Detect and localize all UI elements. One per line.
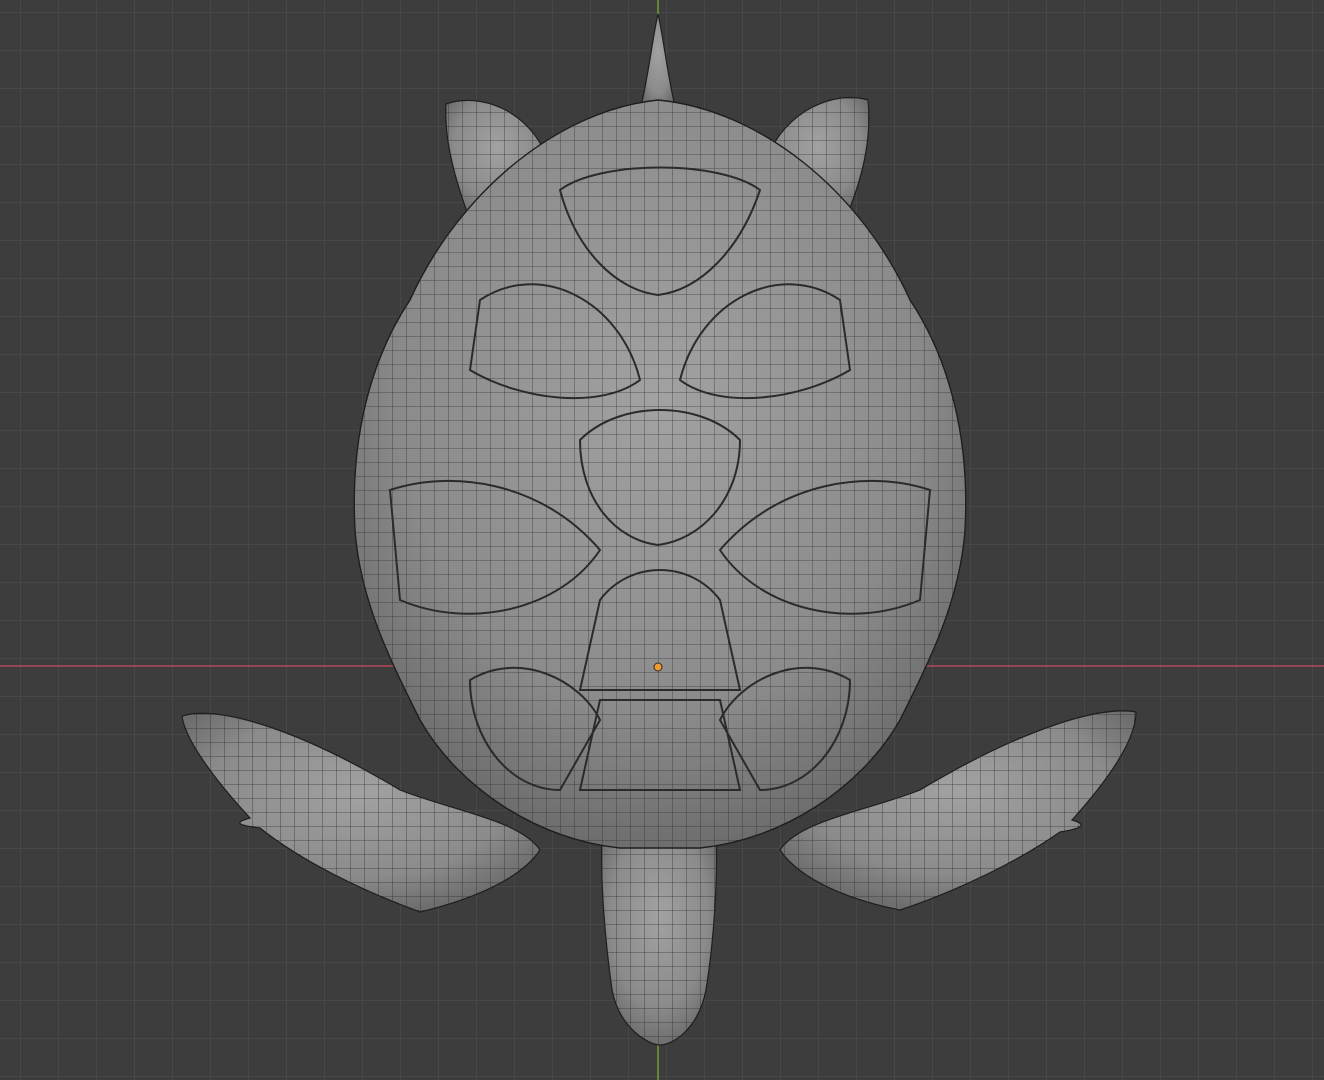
turtle-mesh[interactable] (181, 13, 1137, 1046)
viewport-scene (0, 0, 1324, 1080)
top-spike (639, 13, 677, 111)
3d-viewport[interactable] (0, 0, 1324, 1080)
object-origin-icon[interactable] (653, 662, 663, 672)
